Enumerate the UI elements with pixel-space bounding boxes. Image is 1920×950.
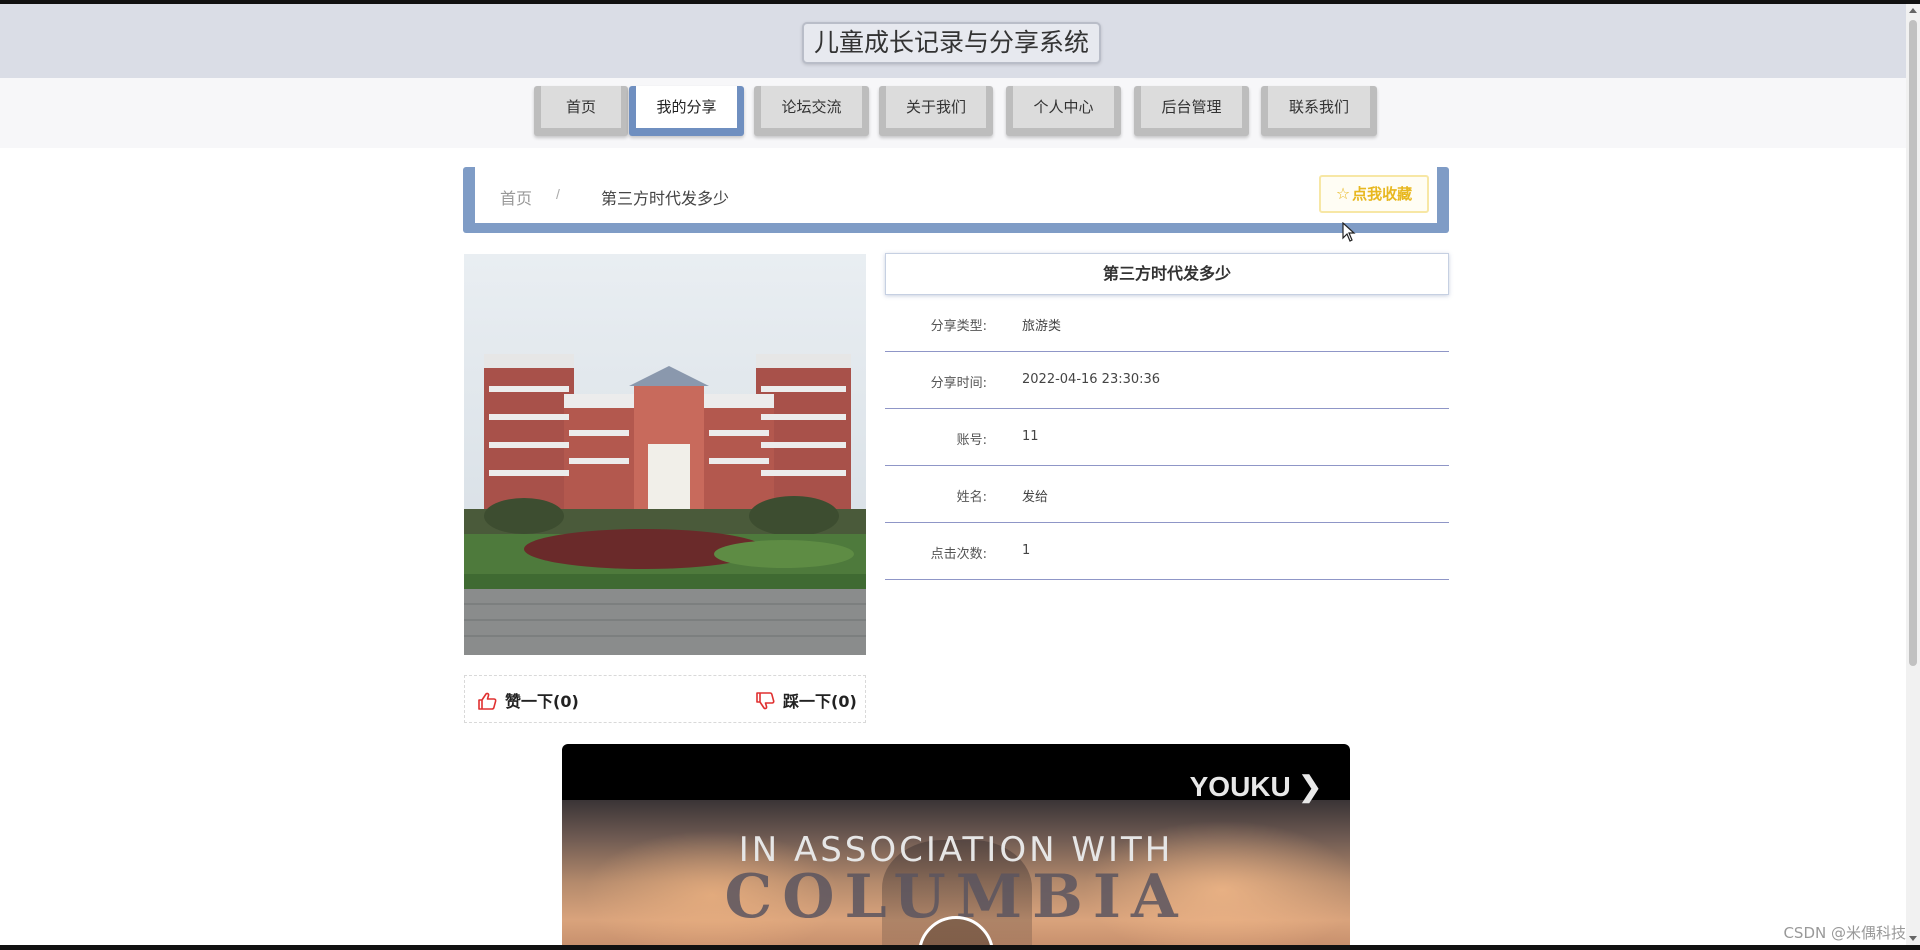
star-outline-icon: ☆ (1335, 184, 1351, 203)
breadcrumb-separator: / (556, 186, 560, 202)
watermark: CSDN @米偶科技 (1783, 924, 1906, 942)
breadcrumb-current: 第三方时代发多少 (601, 189, 730, 208)
breadcrumb: 首页 / 第三方时代发多少 ☆ 点我收藏 (463, 167, 1449, 233)
nav-tab-personal-center[interactable]: 个人中心 (1006, 86, 1121, 136)
favorite-button-label: 点我收藏 (1352, 185, 1413, 203)
nav-tab-label: 关于我们 (886, 86, 986, 128)
mouse-cursor-icon (1342, 222, 1356, 242)
detail-label: 姓名: (956, 490, 987, 505)
breadcrumb-inner: 首页 / 第三方时代发多少 ☆ 点我收藏 (475, 167, 1437, 223)
thumbs-down-icon (756, 692, 775, 710)
nav-tab-label: 联系我们 (1268, 86, 1370, 128)
detail-label: 账号: (956, 433, 987, 448)
nav-tab-label: 个人中心 (1013, 86, 1114, 128)
video-player[interactable]: YOUKU ❯ IN ASSOCIATION WITH COLUMBIA (562, 744, 1350, 950)
detail-value: 11 (1022, 429, 1039, 444)
detail-label: 分享时间: (930, 376, 987, 391)
favorite-button[interactable]: ☆ 点我收藏 (1319, 175, 1429, 213)
detail-label: 点击次数: (930, 547, 987, 562)
vote-bar: 赞一下(0) 踩一下(0) (464, 675, 866, 723)
detail-title: 第三方时代发多少 (885, 253, 1449, 295)
school-building-image (464, 254, 866, 655)
main-nav: 首页 我的分享 论坛交流 关于我们 个人中心 后台管理 联系我们 (0, 78, 1906, 148)
nav-tab-admin[interactable]: 后台管理 (1134, 86, 1249, 136)
youku-logo-text: YOUKU (1189, 771, 1291, 802)
detail-row-name: 姓名: 发给 (885, 466, 1449, 523)
nav-tab-label: 论坛交流 (761, 86, 862, 128)
dislike-button[interactable]: 踩一下(0) (755, 688, 857, 712)
detail-row-click-count: 点击次数: 1 (885, 523, 1449, 580)
site-title: 儿童成长记录与分享系统 (802, 22, 1102, 64)
site-header: 儿童成长记录与分享系统 (0, 4, 1906, 78)
detail-row-share-type: 分享类型: 旅游类 (885, 295, 1449, 352)
detail-value: 发给 (1022, 490, 1049, 505)
like-label: 赞一下(0) (505, 692, 579, 711)
youku-logo: YOUKU ❯ (1189, 771, 1322, 802)
nav-tab-label: 首页 (541, 86, 621, 128)
detail-label: 分享类型: (930, 319, 987, 334)
nav-tab-contact-us[interactable]: 联系我们 (1261, 86, 1377, 136)
thumbs-up-icon (478, 692, 497, 710)
nav-tab-about-us[interactable]: 关于我们 (879, 86, 993, 136)
share-photo (464, 254, 866, 655)
scrollbar-thumb[interactable] (1909, 20, 1917, 666)
nav-tab-my-share[interactable]: 我的分享 (629, 86, 744, 136)
nav-tab-label: 后台管理 (1141, 86, 1242, 128)
breadcrumb-home-link[interactable]: 首页 (500, 185, 532, 209)
nav-tab-label: 我的分享 (636, 86, 737, 128)
detail-value: 1 (1022, 543, 1031, 558)
page-scrollbar[interactable] (1906, 4, 1920, 945)
dislike-label: 踩一下(0) (783, 692, 857, 711)
like-button[interactable]: 赞一下(0) (477, 688, 579, 712)
detail-value: 旅游类 (1022, 319, 1062, 334)
scroll-down-arrow-icon[interactable] (1909, 936, 1917, 941)
detail-value: 2022-04-16 23:30:36 (1022, 372, 1161, 387)
detail-row-share-time: 分享时间: 2022-04-16 23:30:36 (885, 352, 1449, 409)
nav-tab-home[interactable]: 首页 (534, 86, 628, 136)
scroll-up-arrow-icon[interactable] (1909, 8, 1917, 13)
browser-bottom-edge (0, 945, 1920, 950)
detail-row-account: 账号: 11 (885, 409, 1449, 466)
nav-tab-forum[interactable]: 论坛交流 (754, 86, 869, 136)
